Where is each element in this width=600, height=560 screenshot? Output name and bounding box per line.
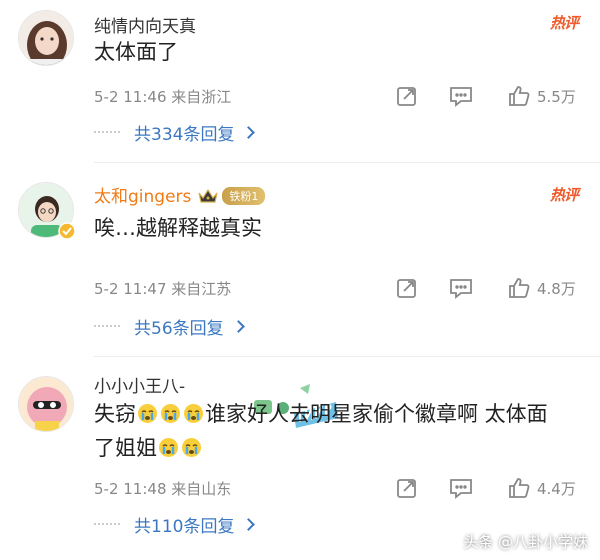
username[interactable]: 太和gingers 铁粉1	[94, 182, 266, 209]
comment-text-part: 谁家好人去明星家偷个徽章啊 太体面	[205, 402, 548, 426]
comment-meta: 5-2 11:47 来自江苏 4.8万	[94, 272, 594, 304]
comment-text-part: 了姐姐	[94, 436, 157, 460]
watermark: 头条 @八卦小学妹	[463, 533, 588, 551]
verified-badge-icon	[58, 222, 76, 240]
like-count: 4.8万	[537, 280, 576, 298]
cry-emoji	[137, 401, 158, 423]
cry-emoji	[158, 435, 179, 457]
divider	[94, 356, 600, 357]
comment-icon[interactable]	[444, 472, 478, 504]
username-text: 太和gingers	[94, 187, 192, 207]
comment-meta: 5-2 11:46 来自浙江 5.5万	[94, 80, 594, 112]
chevron-right-icon	[231, 319, 245, 333]
crown-icon	[197, 188, 219, 209]
comment-text: 太体面了	[94, 40, 178, 64]
comment-text: 失窃 谁家好人去明星家偷个徽章啊 太体面	[94, 398, 548, 430]
comment-icon[interactable]	[444, 272, 478, 304]
share-icon[interactable]	[390, 272, 424, 304]
dotted-line	[94, 523, 120, 525]
timestamp: 5-2 11:47 来自江苏	[94, 280, 232, 298]
like-count: 4.4万	[537, 480, 576, 498]
cry-emoji	[181, 435, 202, 457]
view-replies-link[interactable]: 共334条回复	[94, 118, 256, 146]
cry-emoji	[160, 401, 181, 423]
hot-comment-badge: 热评	[549, 14, 579, 32]
timestamp: 5-2 11:48 来自山东	[94, 480, 232, 498]
dotted-line	[94, 325, 120, 327]
dotted-line	[94, 131, 120, 133]
username[interactable]: 纯情内向天真	[94, 12, 196, 37]
avatar[interactable]	[18, 376, 74, 432]
username[interactable]: 小小小王八-	[94, 372, 185, 397]
avatar[interactable]	[18, 10, 74, 66]
comment-text-part: 失窃	[94, 402, 136, 426]
reply-count: 共56条回复	[134, 318, 224, 339]
timestamp: 5-2 11:46 来自浙江	[94, 88, 232, 106]
chevron-right-icon	[242, 517, 256, 531]
hot-comment-badge: 热评	[549, 186, 579, 204]
fan-level-badge: 铁粉1	[222, 187, 266, 205]
like-icon[interactable]	[502, 272, 536, 304]
view-replies-link[interactable]: 共56条回复	[94, 312, 245, 340]
like-count: 5.5万	[537, 88, 576, 106]
view-replies-link[interactable]: 共110条回复	[94, 510, 256, 538]
share-icon[interactable]	[390, 80, 424, 112]
share-icon[interactable]	[390, 472, 424, 504]
divider	[94, 162, 600, 163]
chevron-right-icon	[242, 125, 256, 139]
comment-icon[interactable]	[444, 80, 478, 112]
comment-text-line2: 了姐姐	[94, 432, 203, 464]
like-icon[interactable]	[502, 80, 536, 112]
comment-text: 唉…越解释越真实	[94, 216, 262, 240]
reply-count: 共334条回复	[134, 124, 235, 145]
cry-emoji	[183, 401, 204, 423]
like-icon[interactable]	[502, 472, 536, 504]
reply-count: 共110条回复	[134, 516, 235, 537]
comment-meta: 5-2 11:48 来自山东 4.4万	[94, 472, 594, 504]
